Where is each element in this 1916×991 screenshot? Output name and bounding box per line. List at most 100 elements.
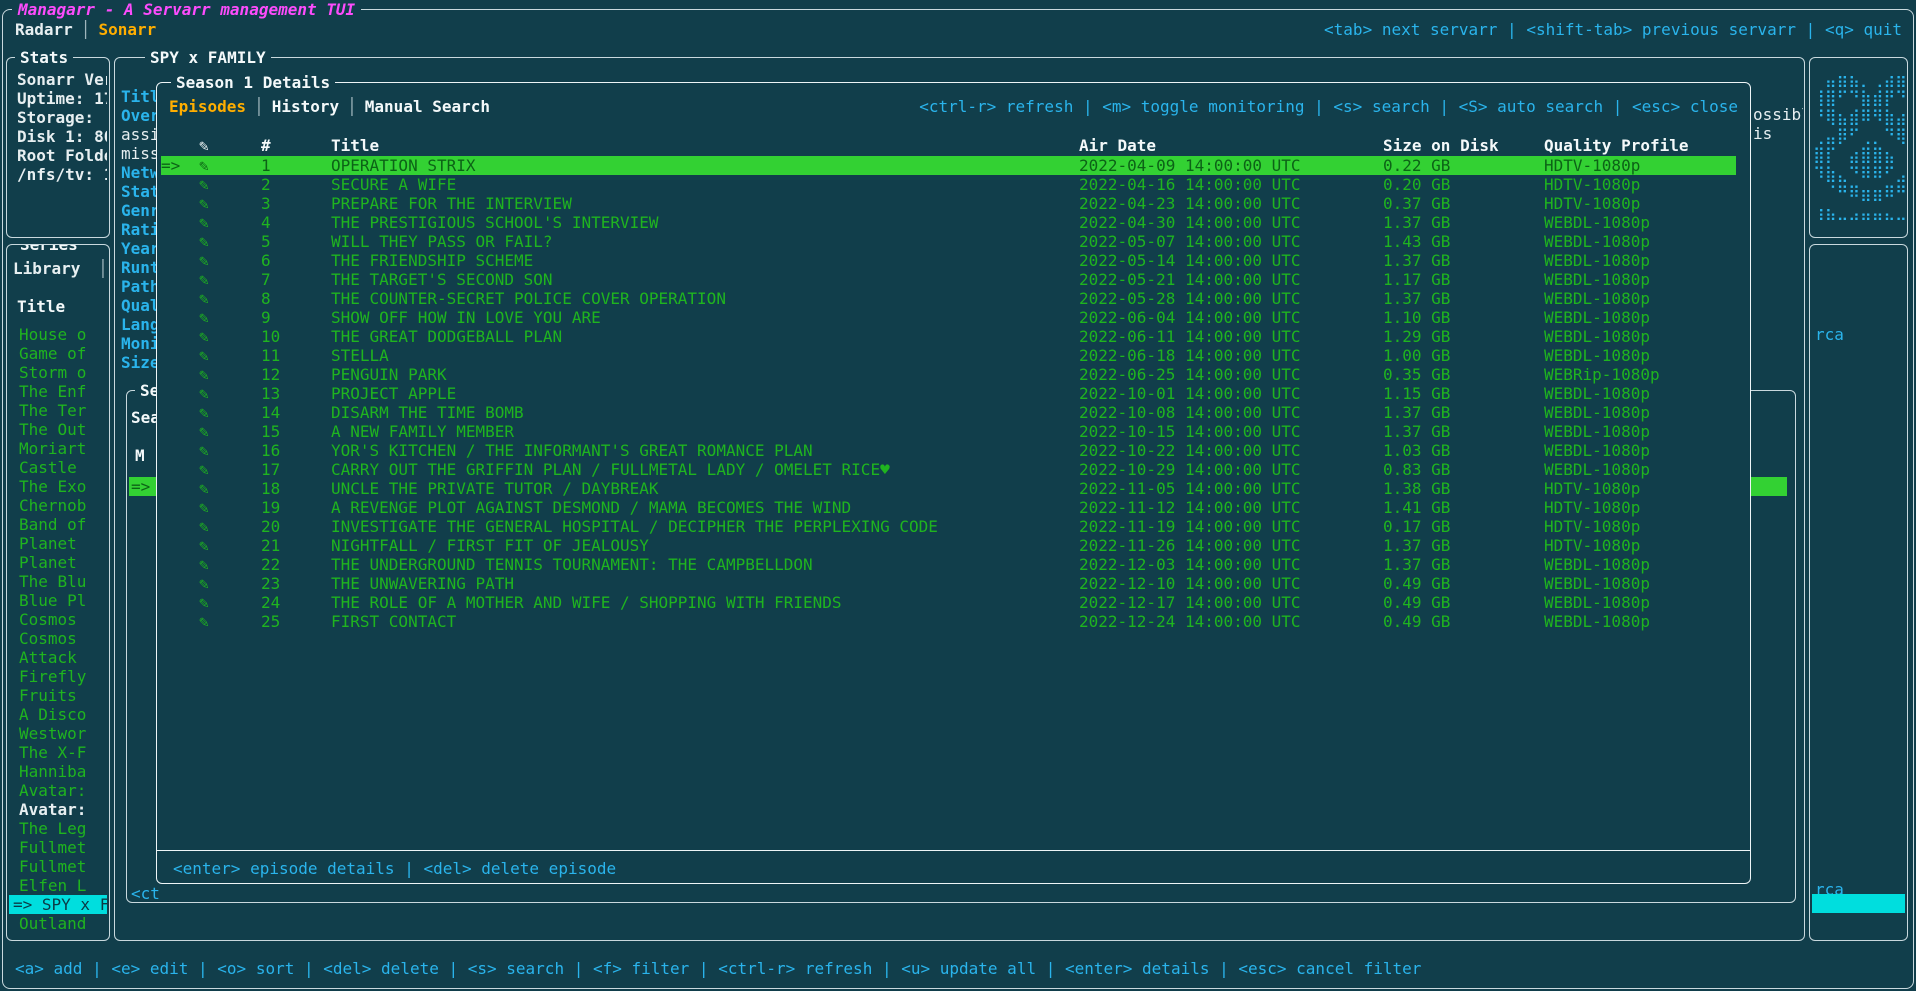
right-selected-row[interactable] — [1812, 894, 1905, 913]
episode-number: 3 — [261, 194, 331, 213]
episode-quality: WEBDL-1080p — [1544, 612, 1736, 631]
episode-quality: WEBDL-1080p — [1544, 308, 1736, 327]
series-list-item[interactable]: A Disco — [9, 705, 107, 724]
tab-manual-search[interactable]: Manual Search — [365, 97, 490, 116]
episode-row[interactable]: ✎3PREPARE FOR THE INTERVIEW2022-04-23 14… — [161, 194, 1736, 213]
series-list-item[interactable]: The Out — [9, 420, 107, 439]
series-list-item[interactable]: Avatar: — [9, 800, 107, 819]
episode-row[interactable]: ✎12PENGUIN PARK2022-06-25 14:00:00 UTC0.… — [161, 365, 1736, 384]
episode-row[interactable]: ✎10THE GREAT DODGEBALL PLAN2022-06-11 14… — [161, 327, 1736, 346]
episode-row[interactable]: ✎8THE COUNTER-SECRET POLICE COVER OPERAT… — [161, 289, 1736, 308]
edit-pencil-icon: ✎ — [199, 327, 261, 346]
episode-air-date: 2022-12-10 14:00:00 UTC — [1079, 574, 1383, 593]
edit-pencil-icon: ✎ — [199, 460, 261, 479]
episode-size: 1.41 GB — [1383, 498, 1544, 517]
series-list-item[interactable]: Fruits — [9, 686, 107, 705]
series-list-item[interactable]: Band of — [9, 515, 107, 534]
series-list-item[interactable]: Hanniba — [9, 762, 107, 781]
series-list-item[interactable]: The Leg — [9, 819, 107, 838]
episode-size: 1.15 GB — [1383, 384, 1544, 403]
series-list-item[interactable]: Attack — [9, 648, 107, 667]
episode-row[interactable]: ✎9SHOW OFF HOW IN LOVE YOU ARE2022-06-04… — [161, 308, 1736, 327]
braille-art-row: ⠀⠈⠛⠿⣶⣶⠿⠛⠁⠀ — [1813, 183, 1908, 202]
episode-number: 13 — [261, 384, 331, 403]
episode-row[interactable]: ✎4THE PRESTIGIOUS SCHOOL'S INTERVIEW2022… — [161, 213, 1736, 232]
series-list-item[interactable]: Game of — [9, 344, 107, 363]
episode-air-date: 2022-05-21 14:00:00 UTC — [1079, 270, 1383, 289]
stat-line: Uptime: 17 — [9, 89, 107, 108]
episode-size: 0.17 GB — [1383, 517, 1544, 536]
episode-quality: WEBDL-1080p — [1544, 574, 1736, 593]
series-list-item[interactable]: Moriart — [9, 439, 107, 458]
episode-title: A REVENGE PLOT AGAINST DESMOND / MAMA BE… — [331, 498, 1079, 517]
series-list-item[interactable]: Blue Pl — [9, 591, 107, 610]
episode-number: 12 — [261, 365, 331, 384]
episode-row[interactable]: ✎20INVESTIGATE THE GENERAL HOSPITAL / DE… — [161, 517, 1736, 536]
episode-row[interactable]: ✎23THE UNWAVERING PATH2022-12-10 14:00:0… — [161, 574, 1736, 593]
series-list-item[interactable]: The Ter — [9, 401, 107, 420]
series-list-item[interactable]: Planet — [9, 534, 107, 553]
episode-size: 1.37 GB — [1383, 213, 1544, 232]
series-list-item[interactable]: => SPY x F — [9, 895, 107, 914]
selection-marker — [161, 517, 199, 536]
season-modal-keybindings: <ctrl-r> refresh | <m> toggle monitoring… — [919, 97, 1738, 116]
series-list-item[interactable]: The Exo — [9, 477, 107, 496]
episode-row[interactable]: ✎13PROJECT APPLE2022-10-01 14:00:00 UTC1… — [161, 384, 1736, 403]
series-list-item[interactable]: Fullmet — [9, 857, 107, 876]
seasons-keybindings: <ct — [131, 884, 160, 903]
episode-row[interactable]: ✎21NIGHTFALL / FIRST FIT OF JEALOUSY2022… — [161, 536, 1736, 555]
series-list-item[interactable]: Cosmos — [9, 629, 107, 648]
episode-row[interactable]: ✎15A NEW FAMILY MEMBER2022-10-15 14:00:0… — [161, 422, 1736, 441]
servarr-tab-bar: Radarr│Sonarr — [15, 20, 156, 39]
episode-title: THE TARGET'S SECOND SON — [331, 270, 1079, 289]
episode-row[interactable]: ✎17CARRY OUT THE GRIFFIN PLAN / FULLMETA… — [161, 460, 1736, 479]
episode-size: 0.22 GB — [1383, 156, 1544, 175]
episode-row[interactable]: ✎7THE TARGET'S SECOND SON2022-05-21 14:0… — [161, 270, 1736, 289]
series-list-item[interactable]: Outland — [9, 914, 107, 933]
episode-number: 11 — [261, 346, 331, 365]
tab-radarr[interactable]: Radarr — [15, 20, 73, 39]
episode-number: 25 — [261, 612, 331, 631]
series-list-item[interactable]: The Blu — [9, 572, 107, 591]
braille-art-row: ⠘⢿⣦⣾⠿⠻⣷⣴⡿⠃ — [1813, 107, 1908, 126]
edit-pencil-icon: ✎ — [199, 175, 261, 194]
episode-air-date: 2022-12-03 14:00:00 UTC — [1079, 555, 1383, 574]
series-list-item[interactable]: Westwor — [9, 724, 107, 743]
episode-row[interactable]: ✎18UNCLE THE PRIVATE TUTOR / DAYBREAK202… — [161, 479, 1736, 498]
episode-row[interactable]: ✎19A REVENGE PLOT AGAINST DESMOND / MAMA… — [161, 498, 1736, 517]
episode-row[interactable]: ✎25FIRST CONTACT2022-12-24 14:00:00 UTC0… — [161, 612, 1736, 631]
episode-quality: WEBDL-1080p — [1544, 251, 1736, 270]
series-list-item[interactable]: Planet — [9, 553, 107, 572]
episode-row[interactable]: ✎11STELLA2022-06-18 14:00:00 UTC1.00 GBW… — [161, 346, 1736, 365]
episode-row[interactable]: ✎22THE UNDERGROUND TENNIS TOURNAMENT: TH… — [161, 555, 1736, 574]
series-list-item[interactable]: Castle — [9, 458, 107, 477]
series-list-item[interactable]: Storm o — [9, 363, 107, 382]
tab-history[interactable]: History — [272, 97, 339, 116]
episode-air-date: 2022-10-15 14:00:00 UTC — [1079, 422, 1383, 441]
series-list-item[interactable]: Chernob — [9, 496, 107, 515]
series-list-item[interactable]: The Enf — [9, 382, 107, 401]
episode-row[interactable]: ✎6THE FRIENDSHIP SCHEME2022-05-14 14:00:… — [161, 251, 1736, 270]
episode-footer-keybindings: <enter> episode details | <del> delete e… — [173, 859, 616, 878]
edit-pencil-icon: ✎ — [199, 194, 261, 213]
episode-quality: WEBDL-1080p — [1544, 232, 1736, 251]
episode-air-date: 2022-06-11 14:00:00 UTC — [1079, 327, 1383, 346]
episode-row[interactable]: ✎24THE ROLE OF A MOTHER AND WIFE / SHOPP… — [161, 593, 1736, 612]
series-list-item[interactable]: The X-F — [9, 743, 107, 762]
episode-row[interactable]: ✎2SECURE A WIFE2022-04-16 14:00:00 UTC0.… — [161, 175, 1736, 194]
episode-row[interactable]: ✎5WILL THEY PASS OR FAIL?2022-05-07 14:0… — [161, 232, 1736, 251]
series-list-item[interactable]: House o — [9, 325, 107, 344]
series-list-item[interactable]: Firefly — [9, 667, 107, 686]
stats-panel-title: Stats — [15, 48, 73, 67]
edit-pencil-icon: ✎ — [199, 232, 261, 251]
episode-number: 24 — [261, 593, 331, 612]
series-list-item[interactable]: Cosmos — [9, 610, 107, 629]
episode-row[interactable]: ✎16YOR'S KITCHEN / THE INFORMANT'S GREAT… — [161, 441, 1736, 460]
series-list-item[interactable]: Fullmet — [9, 838, 107, 857]
series-list-item[interactable]: Avatar: — [9, 781, 107, 800]
episode-row[interactable]: ✎14DISARM THE TIME BOMB2022-10-08 14:00:… — [161, 403, 1736, 422]
series-list-item[interactable]: Elfen L — [9, 876, 107, 895]
tab-episodes[interactable]: Episodes — [169, 97, 246, 116]
episode-row[interactable]: =>✎1OPERATION STRIX2022-04-09 14:00:00 U… — [161, 156, 1736, 175]
tab-sonarr[interactable]: Sonarr — [98, 20, 156, 39]
